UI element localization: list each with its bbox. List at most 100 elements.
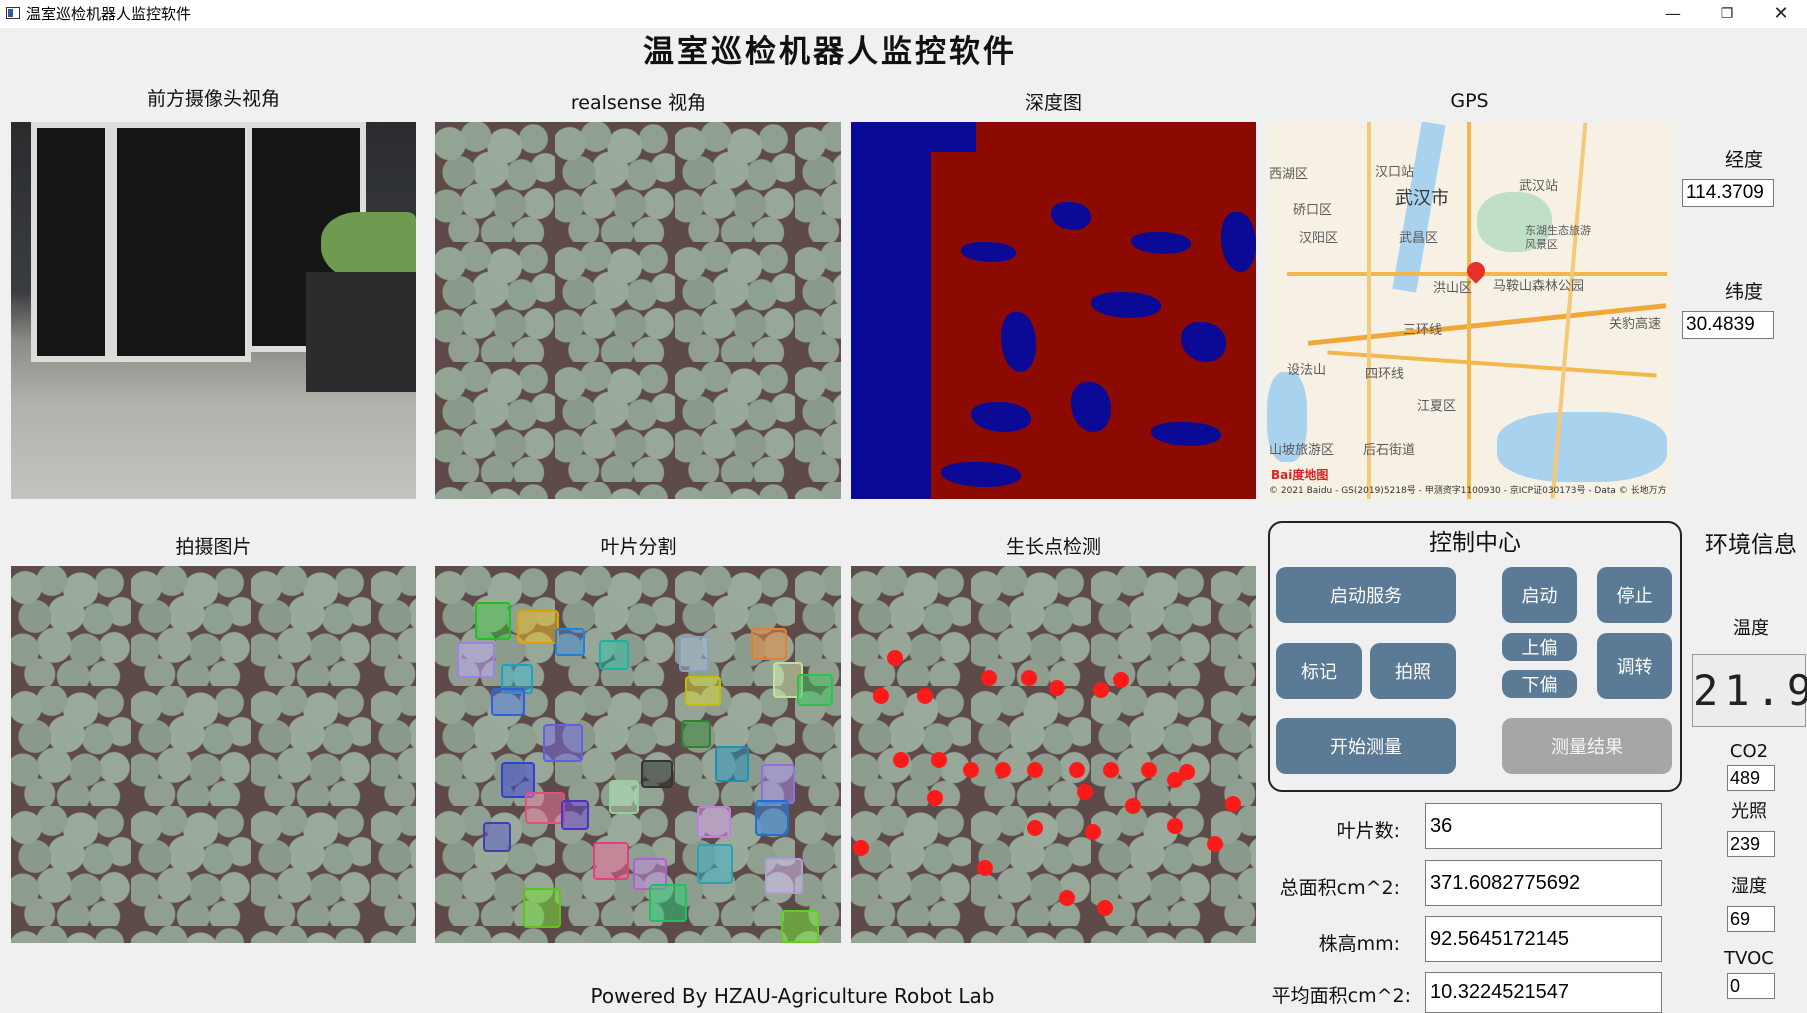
latitude-label: 纬度	[1724, 281, 1763, 303]
growth-point-marker	[995, 762, 1011, 778]
map-label: 江夏区	[1417, 399, 1457, 414]
growth-point-marker	[1225, 796, 1241, 812]
leaf-segmentation-label: 叶片分割	[600, 536, 677, 558]
growth-point-marker	[1027, 762, 1043, 778]
growth-point-marker	[981, 670, 997, 686]
down-offset-button[interactable]: 下偏	[1502, 670, 1577, 698]
total-area-label: 总面积cm^2:	[1279, 877, 1400, 899]
window-titlebar	[0, 0, 1807, 28]
start-measure-button[interactable]: 开始测量	[1276, 718, 1456, 774]
leaf-mask	[599, 640, 629, 670]
light-field[interactable]	[1727, 831, 1775, 857]
map-label: 四环线	[1365, 367, 1405, 382]
humidity-label: 湿度	[1731, 876, 1767, 897]
depth-blob	[1001, 312, 1036, 372]
leaf-mask	[681, 720, 711, 748]
latitude-field[interactable]	[1682, 311, 1774, 339]
mark-button[interactable]: 标记	[1276, 643, 1362, 699]
leaf-mask	[561, 800, 589, 830]
leaf-mask	[491, 688, 525, 716]
longitude-field[interactable]	[1682, 179, 1774, 207]
growth-point-marker	[1049, 680, 1065, 696]
window-pane-left	[31, 122, 111, 362]
growth-point-marker	[931, 752, 947, 768]
depth-blob	[1131, 232, 1191, 254]
growth-point-marker	[1167, 772, 1183, 788]
growth-point-marker	[977, 860, 993, 876]
control-center-title: 控制中心	[1429, 530, 1521, 556]
up-offset-button[interactable]: 上偏	[1502, 633, 1577, 661]
map-city-label: 武汉市	[1395, 188, 1449, 209]
environment-title: 环境信息	[1705, 532, 1797, 558]
growth-point-marker	[853, 840, 869, 856]
photo-button[interactable]: 拍照	[1370, 643, 1456, 699]
stop-button[interactable]: 停止	[1597, 567, 1672, 623]
leaf-mask	[679, 636, 709, 672]
captured-image-view	[11, 566, 416, 943]
growth-point-marker	[1125, 798, 1141, 814]
gps-map-view[interactable]: 武汉市 西湖区 汉口站 硚口区 汉阳区 武昌区 武汉站 洪山区 东湖生态旅游风景…	[1267, 122, 1672, 499]
depth-blob	[1151, 422, 1221, 446]
adjust-button[interactable]: 调转	[1597, 633, 1672, 699]
start-button[interactable]: 启动	[1502, 567, 1577, 623]
map-label: 设法山	[1287, 363, 1327, 378]
growth-point-marker	[1085, 824, 1101, 840]
depth-label: 深度图	[1024, 92, 1082, 114]
leaf-count-label: 叶片数:	[1336, 820, 1400, 842]
measure-result-button[interactable]: 测量结果	[1502, 718, 1672, 774]
depth-blob	[1181, 322, 1226, 362]
front-camera-label: 前方摄像头视角	[146, 88, 280, 110]
leaf-mask	[755, 800, 789, 836]
lake	[1497, 412, 1667, 482]
map-label: 武汉站	[1519, 179, 1559, 194]
growth-point-marker	[873, 688, 889, 704]
leaf-mask	[685, 676, 721, 706]
map-copyright: © 2021 Baidu - GS(2019)5218号 - 甲测资字11009…	[1269, 486, 1667, 496]
leaf-mask	[715, 746, 749, 782]
leaf-mask	[797, 674, 833, 706]
map-label: 马鞍山森林公园	[1493, 279, 1585, 294]
leaf-mask	[697, 806, 731, 838]
total-area-field[interactable]	[1425, 860, 1662, 906]
growth-point-marker	[1103, 762, 1119, 778]
leaf-mask	[517, 610, 559, 644]
realsense-view	[435, 122, 841, 499]
map-label: 后石街道	[1363, 443, 1416, 458]
leaf-count-field[interactable]	[1425, 803, 1662, 849]
minimize-button[interactable]: —	[1650, 0, 1696, 28]
depth-blob	[1071, 382, 1111, 432]
map-label: 硚口区	[1293, 203, 1333, 218]
map-label: 洪山区	[1433, 281, 1473, 296]
leaf-mask	[751, 628, 787, 660]
leaf-mask	[593, 842, 629, 880]
map-label: 武昌区	[1399, 231, 1439, 246]
depth-map-view	[851, 122, 1256, 499]
growth-point-view	[851, 566, 1256, 943]
start-service-button[interactable]: 启动服务	[1276, 567, 1456, 623]
map-label: 东湖生态旅游风景区	[1525, 224, 1591, 251]
humidity-field[interactable]	[1727, 906, 1775, 932]
leaf-mask	[483, 822, 511, 852]
realsense-label: realsense 视角	[570, 92, 707, 114]
depth-blob	[961, 242, 1016, 262]
growth-point-marker	[887, 650, 903, 666]
leaf-mask	[761, 764, 795, 804]
depth-near-region	[851, 122, 931, 499]
map-label: 三环线	[1403, 323, 1443, 338]
close-button[interactable]: ✕	[1758, 0, 1804, 28]
growth-point-marker	[1021, 670, 1037, 686]
leaf-mask	[641, 760, 673, 788]
growth-point-marker	[917, 688, 933, 704]
road	[1467, 122, 1471, 499]
leaf-mask	[475, 602, 511, 640]
depth-blob	[971, 402, 1031, 432]
window-title: 温室巡检机器人监控软件	[26, 5, 192, 23]
maximize-button[interactable]: ❐	[1704, 0, 1750, 28]
co2-field[interactable]	[1727, 765, 1775, 791]
depth-blob	[941, 462, 1021, 487]
plant-height-field[interactable]	[1425, 916, 1662, 962]
light-label: 光照	[1731, 801, 1767, 822]
co2-label: CO2	[1729, 741, 1769, 762]
tvoc-field[interactable]	[1727, 973, 1775, 999]
baidu-logo: Bai度地图	[1271, 468, 1329, 482]
